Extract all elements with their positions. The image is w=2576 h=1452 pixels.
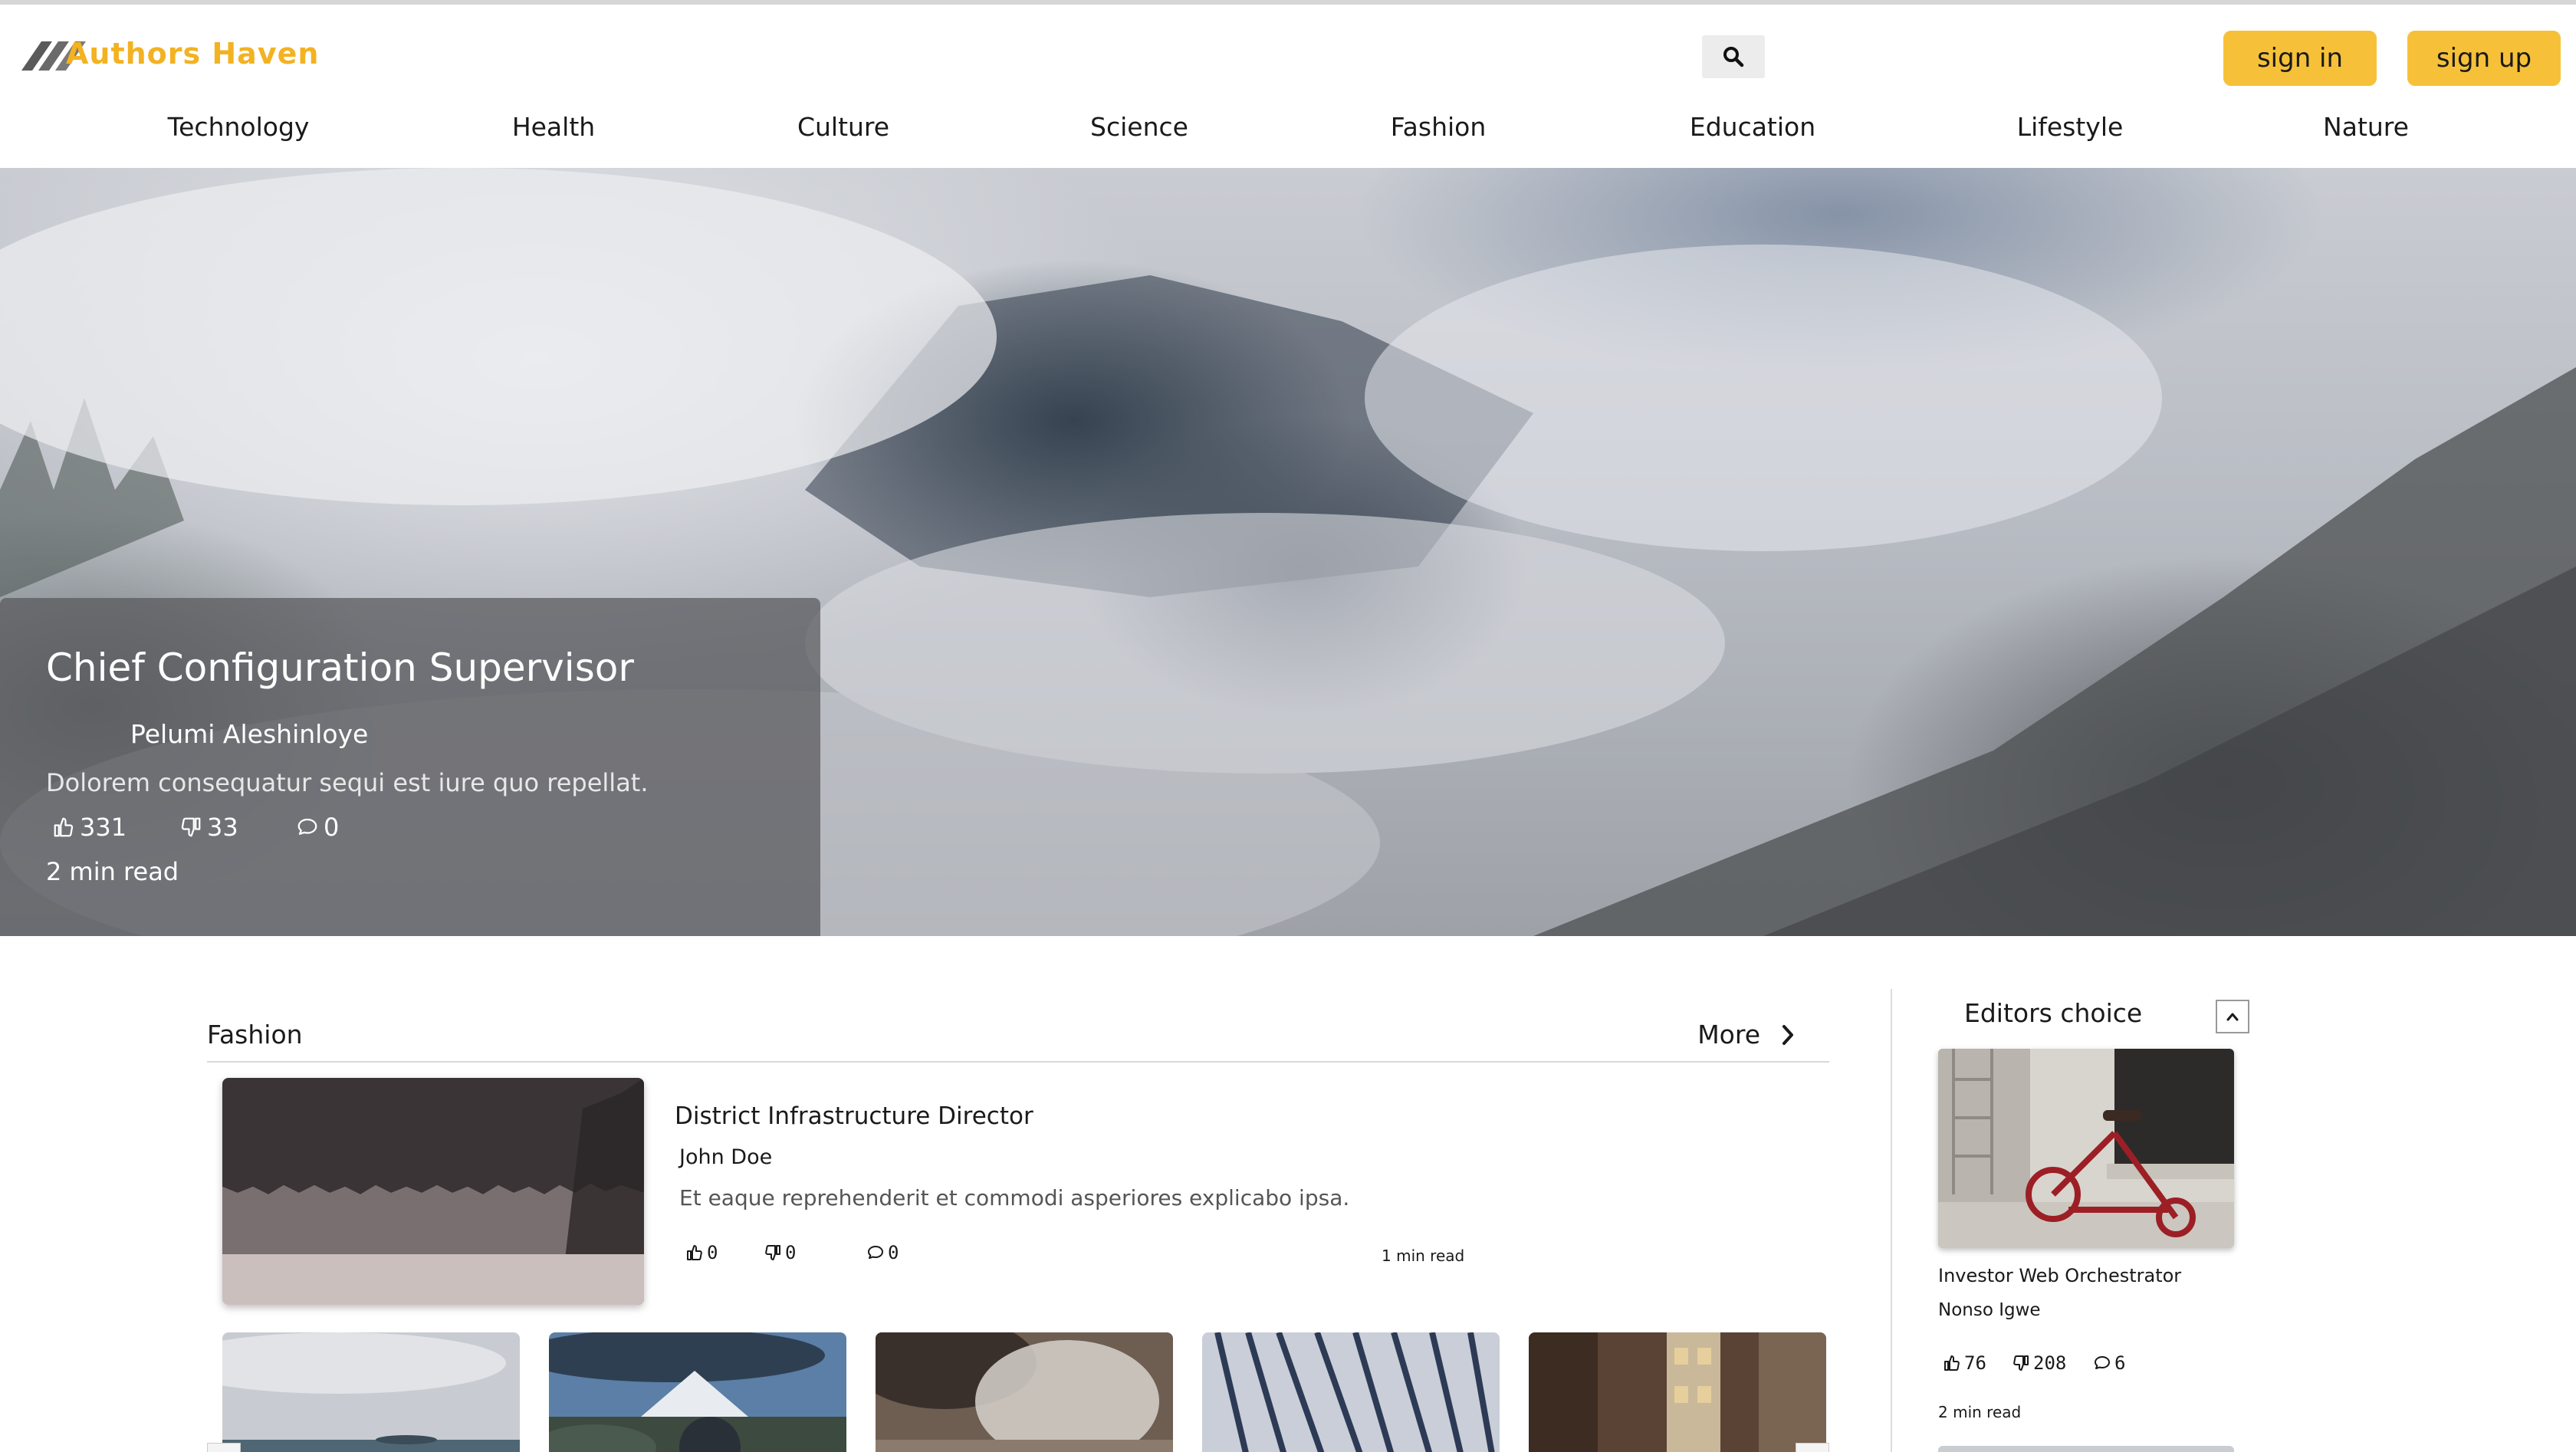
scroll-left-button[interactable] <box>207 1443 241 1452</box>
featured-article-author[interactable]: John Doe <box>679 1145 772 1169</box>
sign-up-button[interactable]: sign up <box>2407 31 2561 86</box>
hero-article-title[interactable]: Chief Configuration Supervisor <box>46 646 634 690</box>
hero-like-value: 331 <box>80 813 127 842</box>
editors-choice-read-time: 2 min read <box>1938 1403 2022 1421</box>
featured-like-count[interactable]: 0 <box>685 1242 718 1263</box>
article-thumbnail[interactable] <box>222 1332 520 1452</box>
editors-choice-picture <box>1938 1049 2234 1248</box>
thumbs-down-icon <box>765 1245 780 1260</box>
article-thumbnail[interactable] <box>549 1332 846 1452</box>
nav-item-culture[interactable]: Culture <box>797 112 889 142</box>
featured-article-title[interactable]: District Infrastructure Director <box>675 1102 1033 1130</box>
editors-dislike-value: 208 <box>2033 1352 2067 1374</box>
article-thumbnail[interactable] <box>876 1332 1173 1452</box>
comment-icon <box>297 818 317 835</box>
hero-article-description: Dolorem consequatur sequi est iure quo r… <box>46 768 649 797</box>
featured-article-stats: 0 0 0 <box>685 1242 1467 1268</box>
editors-dislike-count[interactable]: 208 <box>2012 1352 2066 1374</box>
hero-comment-count[interactable]: 0 <box>296 813 339 842</box>
nav-item-health[interactable]: Health <box>512 112 595 142</box>
scroll-right-button[interactable] <box>1796 1443 1829 1452</box>
hero-article-card[interactable]: Chief Configuration Supervisor Pelumi Al… <box>0 598 820 936</box>
nav-item-fashion[interactable]: Fashion <box>1391 112 1487 142</box>
hero-comment-value: 0 <box>324 813 340 842</box>
editors-choice-article-author[interactable]: Nonso Igwe <box>1938 1300 2041 1320</box>
comment-icon <box>868 1246 883 1259</box>
hero-dislike-value: 33 <box>207 813 238 842</box>
thumbs-up-icon <box>54 817 74 837</box>
site-header: Authors Haven sign in sign up Technology… <box>0 5 2576 168</box>
featured-article-description: Et eaque reprehenderit et commodi asperi… <box>679 1185 1350 1211</box>
editors-like-value: 76 <box>1964 1352 1986 1374</box>
editors-comment-value: 6 <box>2114 1352 2126 1374</box>
thumbnail-picture <box>549 1332 846 1452</box>
editors-like-count[interactable]: 76 <box>1943 1352 1986 1374</box>
sign-in-button[interactable]: sign in <box>2223 31 2377 86</box>
more-link[interactable]: More <box>1697 1020 1796 1050</box>
featured-dislike-value: 0 <box>785 1242 797 1263</box>
nav-item-lifestyle[interactable]: Lifestyle <box>2017 112 2124 142</box>
chevron-up-icon <box>2226 1013 2239 1021</box>
sidebar-divider <box>1891 989 1892 1452</box>
thumbs-down-icon <box>181 817 201 837</box>
editors-choice-next-card[interactable] <box>1938 1446 2234 1452</box>
thumbnail-picture <box>1529 1332 1826 1452</box>
search-button[interactable] <box>1702 35 1765 78</box>
article-thumbnail[interactable] <box>1529 1332 1826 1452</box>
featured-article-image[interactable] <box>222 1078 644 1305</box>
hero-dislike-count[interactable]: 33 <box>179 813 238 842</box>
section-header: Fashion More <box>207 1017 1829 1063</box>
collapse-button[interactable] <box>2216 1000 2249 1033</box>
comment-icon <box>2095 1356 2110 1369</box>
thumbs-up-icon <box>1944 1355 1960 1371</box>
nav-item-technology[interactable]: Technology <box>168 112 310 142</box>
nav-item-science[interactable]: Science <box>1090 112 1188 142</box>
editors-comment-count[interactable]: 6 <box>2093 1352 2125 1374</box>
article-thumbnail-strip <box>207 1332 1829 1452</box>
thumbnail-picture <box>222 1332 520 1452</box>
article-thumbnail[interactable] <box>1202 1332 1500 1452</box>
more-label: More <box>1697 1020 1760 1050</box>
hero-read-time: 2 min read <box>46 857 179 886</box>
logo[interactable]: Authors Haven <box>21 31 318 84</box>
hero-article-author[interactable]: Pelumi Aleshinloye <box>130 719 368 749</box>
thumbs-down-icon <box>2013 1355 2029 1371</box>
nav-item-education[interactable]: Education <box>1690 112 1815 142</box>
thumbs-up-icon <box>687 1245 702 1260</box>
chevron-right-icon <box>1783 1024 1793 1045</box>
editors-choice-article-title[interactable]: Investor Web Orchestrator <box>1938 1265 2181 1286</box>
featured-like-value: 0 <box>707 1242 718 1263</box>
featured-article-picture <box>222 1078 644 1305</box>
editors-choice-image[interactable] <box>1938 1049 2234 1248</box>
featured-read-time: 1 min read <box>1382 1247 1465 1265</box>
editors-choice-stats: 76 208 6 <box>1943 1352 2173 1375</box>
category-nav: Technology Health Culture Science Fashio… <box>0 112 2576 166</box>
featured-dislike-count[interactable]: 0 <box>764 1242 796 1263</box>
search-icon <box>1723 47 1744 67</box>
thumbnail-picture <box>1202 1332 1500 1452</box>
featured-comment-count[interactable]: 0 <box>866 1242 899 1263</box>
thumbnail-picture <box>876 1332 1173 1452</box>
hero-like-count[interactable]: 331 <box>52 813 127 842</box>
nav-item-nature[interactable]: Nature <box>2323 112 2409 142</box>
hero-banner[interactable]: Chief Configuration Supervisor Pelumi Al… <box>0 168 2576 936</box>
editors-choice-title: Editors choice <box>1964 998 2143 1028</box>
section-title: Fashion <box>207 1020 303 1050</box>
featured-comment-value: 0 <box>888 1242 899 1263</box>
logo-text: Authors Haven <box>66 37 320 71</box>
